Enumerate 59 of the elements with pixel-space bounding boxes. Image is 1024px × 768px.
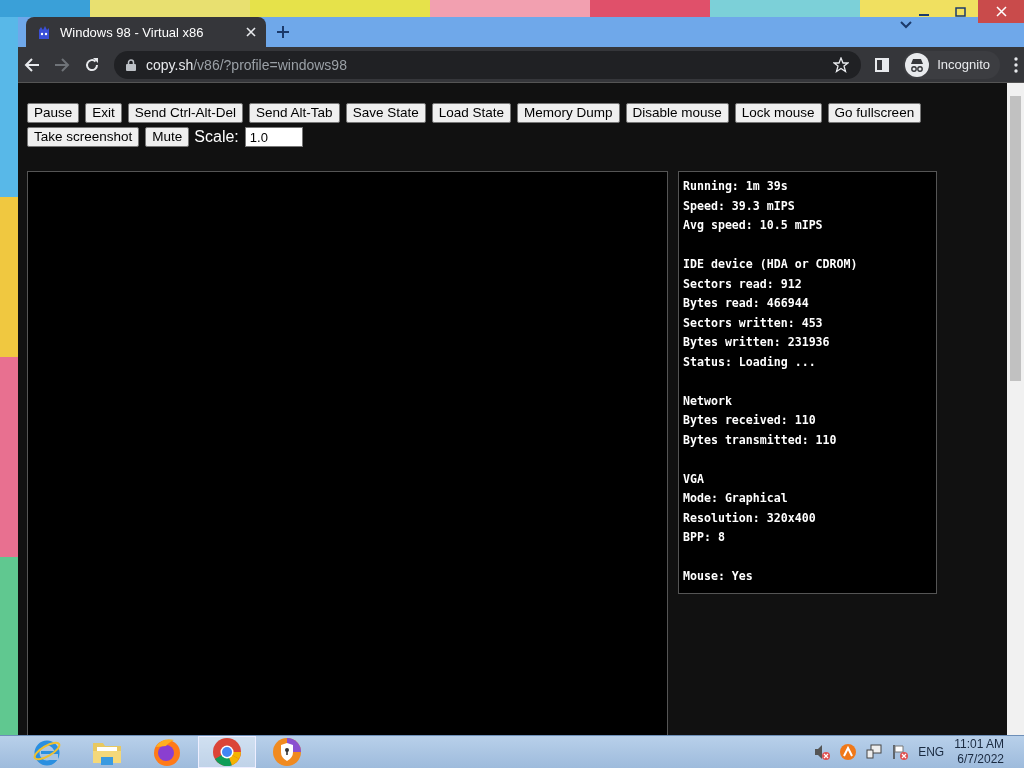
stats-line: Sectors read: 912 [683, 275, 802, 293]
stats-line: Resolution: 320x400 [683, 509, 816, 527]
emulator-button[interactable]: Pause [27, 103, 80, 123]
emulator-button[interactable]: Send Alt-Tab [249, 103, 340, 123]
emulator-button[interactable]: Mute [145, 127, 190, 147]
emulator-button[interactable]: Exit [85, 103, 122, 123]
stats-line: BPP: 8 [683, 529, 725, 546]
stats-line: Running: 1m 39s [683, 178, 788, 195]
favicon-icon [36, 24, 52, 40]
browser-tab[interactable]: Windows 98 - Virtual x86 [26, 17, 266, 47]
incognito-icon [905, 52, 930, 77]
scale-label: Scale: [194, 128, 239, 146]
stats-line: Bytes transmitted: 110 [683, 431, 837, 449]
stats-line: Mode: Graphical [683, 490, 788, 507]
emulator-button[interactable]: Take screenshot [27, 127, 140, 147]
emulator-button[interactable]: Memory Dump [517, 103, 620, 123]
chevron-down-icon[interactable] [900, 21, 912, 29]
stats-line: Speed: 39.3 mIPS [683, 197, 795, 215]
stats-line: Bytes written: 231936 [683, 334, 830, 351]
emulator-button[interactable]: Go fullscreen [827, 103, 922, 123]
stats-line: Avg speed: 10.5 mIPS [683, 217, 823, 234]
emulator-button[interactable]: Save State [345, 103, 426, 123]
emulator-button[interactable]: Lock mouse [734, 103, 822, 123]
network-icon[interactable] [866, 744, 883, 760]
stats-line: Bytes read: 466944 [683, 295, 809, 312]
reload-icon[interactable] [84, 56, 100, 73]
back-icon[interactable] [24, 56, 40, 73]
stats-heading: IDE device (HDA or CDROM) [683, 256, 858, 273]
language-indicator[interactable]: ENG [918, 745, 945, 759]
shield-browser-icon[interactable] [272, 737, 302, 767]
scrollbar-thumb[interactable] [1010, 96, 1021, 381]
new-tab-icon[interactable] [276, 25, 290, 39]
firefox-icon[interactable] [152, 737, 182, 767]
flag-icon[interactable] [892, 744, 909, 760]
clock-time[interactable]: 11:01 AM [954, 737, 1004, 752]
profile-button[interactable]: Incognito [903, 50, 1000, 79]
close-icon[interactable] [246, 27, 256, 37]
side-panel-icon[interactable] [875, 57, 890, 72]
scale-field[interactable]: 1.0 [244, 127, 303, 147]
forward-icon[interactable] [54, 56, 70, 73]
clock-date[interactable]: 6/7/2022 [957, 752, 1004, 767]
antivirus-icon[interactable] [840, 744, 857, 760]
stats-line: Mouse: Yes [683, 568, 753, 585]
lock-icon [126, 58, 136, 71]
star-icon[interactable] [833, 56, 850, 73]
scrollbar[interactable] [1007, 83, 1024, 735]
emulator-button[interactable]: Send Ctrl-Alt-Del [127, 103, 244, 123]
menu-icon[interactable] [1014, 56, 1018, 73]
address-bar[interactable]: copy.sh/v86/?profile=windows98 [114, 50, 862, 79]
muted-speaker-icon[interactable] [814, 744, 831, 760]
stats-heading: VGA [683, 470, 704, 488]
chrome-icon[interactable] [212, 737, 242, 767]
stats-line: Sectors written: 453 [683, 314, 823, 332]
stats-line: Status: Loading ... [683, 353, 816, 371]
stats-line: Bytes received: 110 [683, 412, 816, 429]
emulator-button[interactable]: Disable mouse [625, 103, 729, 123]
emulator-button[interactable]: Load State [431, 103, 511, 123]
url-text: copy.sh/v86/?profile=windows98 [146, 56, 348, 73]
stats-heading: Network [683, 392, 732, 410]
